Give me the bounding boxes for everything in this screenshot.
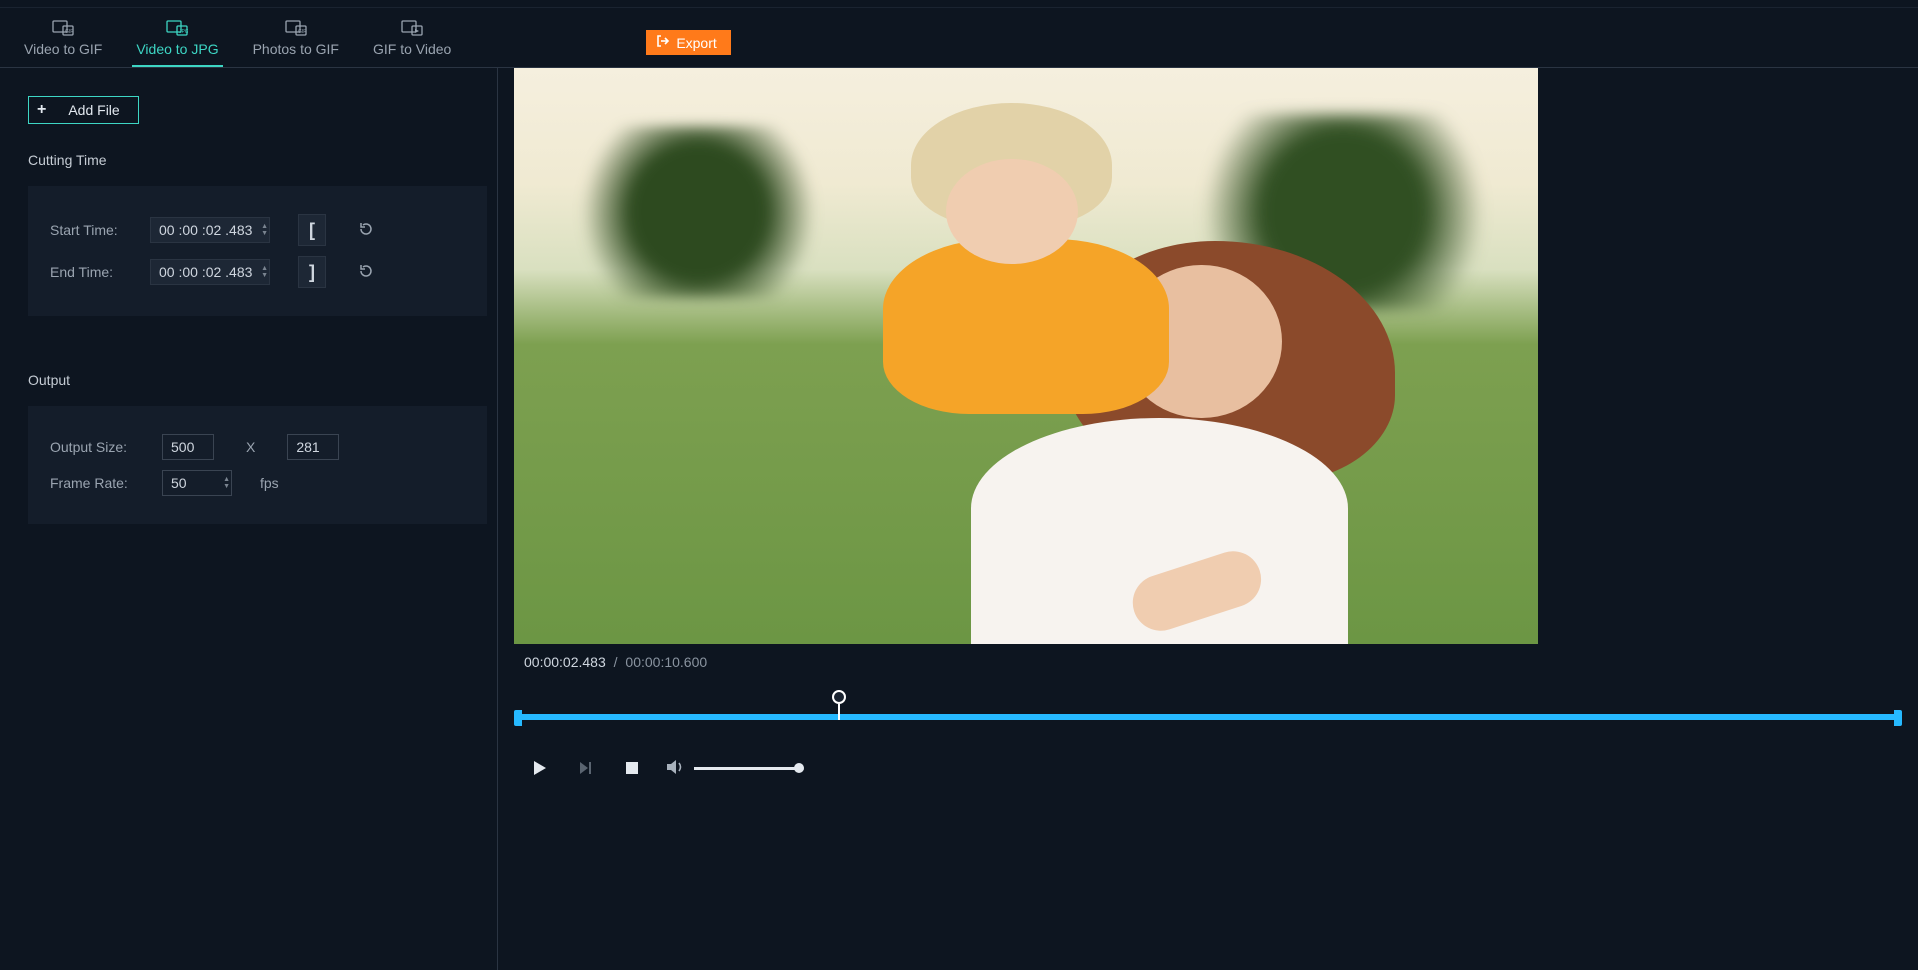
tab-label: Photos to GIF [253,41,339,57]
export-button[interactable]: Export [646,30,730,55]
tabs-row: GIF Video to GIF JPG Video to JPG GIF Ph… [0,8,1918,68]
tab-gif-to-video[interactable]: GIF to Video [369,11,455,67]
export-label: Export [676,35,716,51]
range-start-handle[interactable] [514,710,522,726]
start-time-label: Start Time: [50,222,122,238]
add-file-label: Add File [68,102,119,118]
reset-start-button[interactable] [354,218,378,242]
size-separator: X [242,439,259,455]
output-height-input[interactable] [287,434,339,460]
tab-label: Video to JPG [136,41,218,57]
output-panel: Output Size: X Frame Rate: ▲▼ fps [28,406,487,524]
volume-icon [666,758,686,779]
time-separator: / [614,654,618,670]
tab-label: Video to GIF [24,41,102,57]
set-start-bracket-button[interactable]: [ [298,214,326,246]
svg-text:GIF: GIF [298,29,306,35]
output-title: Output [28,372,497,388]
volume-slider[interactable] [694,767,804,770]
preview-area: 00:00:02.483 / 00:00:10.600 [498,68,1918,970]
export-icon [656,34,670,51]
sidebar: + Add File Cutting Time Start Time: ▲▼ [ [0,68,498,970]
video-to-gif-icon: GIF [51,17,75,37]
range-end-handle[interactable] [1894,710,1902,726]
end-time-input[interactable] [150,259,270,285]
end-time-label: End Time: [50,264,122,280]
tab-label: GIF to Video [373,41,451,57]
set-end-bracket-button[interactable]: ] [298,256,326,288]
total-time: 00:00:10.600 [625,654,707,670]
fps-label: fps [260,475,279,491]
spinner-icon[interactable]: ▲▼ [261,217,268,243]
tab-video-to-jpg[interactable]: JPG Video to JPG [132,11,222,67]
cutting-time-title: Cutting Time [28,152,497,168]
frame-rate-input[interactable] [162,470,232,496]
video-preview[interactable] [514,68,1538,644]
timeline[interactable] [514,690,1902,730]
player-controls [514,756,1902,780]
plus-icon: + [37,101,46,119]
tab-video-to-gif[interactable]: GIF Video to GIF [20,11,106,67]
step-button[interactable] [574,756,598,780]
spinner-icon[interactable]: ▲▼ [261,259,268,285]
start-time-input[interactable] [150,217,270,243]
playhead[interactable] [832,690,846,704]
gif-to-video-icon [400,17,424,37]
svg-text:JPG: JPG [179,29,188,35]
video-to-jpg-icon: JPG [165,17,189,37]
volume-control[interactable] [666,758,804,779]
output-width-input[interactable] [162,434,214,460]
spinner-icon[interactable]: ▲▼ [223,470,230,496]
svg-text:GIF: GIF [65,29,73,35]
playhead-line [838,704,840,720]
time-readout: 00:00:02.483 / 00:00:10.600 [514,654,1902,670]
play-button[interactable] [528,756,552,780]
reset-end-button[interactable] [354,260,378,284]
frame-rate-label: Frame Rate: [50,475,134,491]
add-file-button[interactable]: + Add File [28,96,139,124]
cutting-time-panel: Start Time: ▲▼ [ End Time: ▲▼ [28,186,487,316]
output-size-label: Output Size: [50,439,134,455]
tab-photos-to-gif[interactable]: GIF Photos to GIF [249,11,343,67]
stop-button[interactable] [620,756,644,780]
current-time: 00:00:02.483 [524,654,606,670]
photos-to-gif-icon: GIF [284,17,308,37]
